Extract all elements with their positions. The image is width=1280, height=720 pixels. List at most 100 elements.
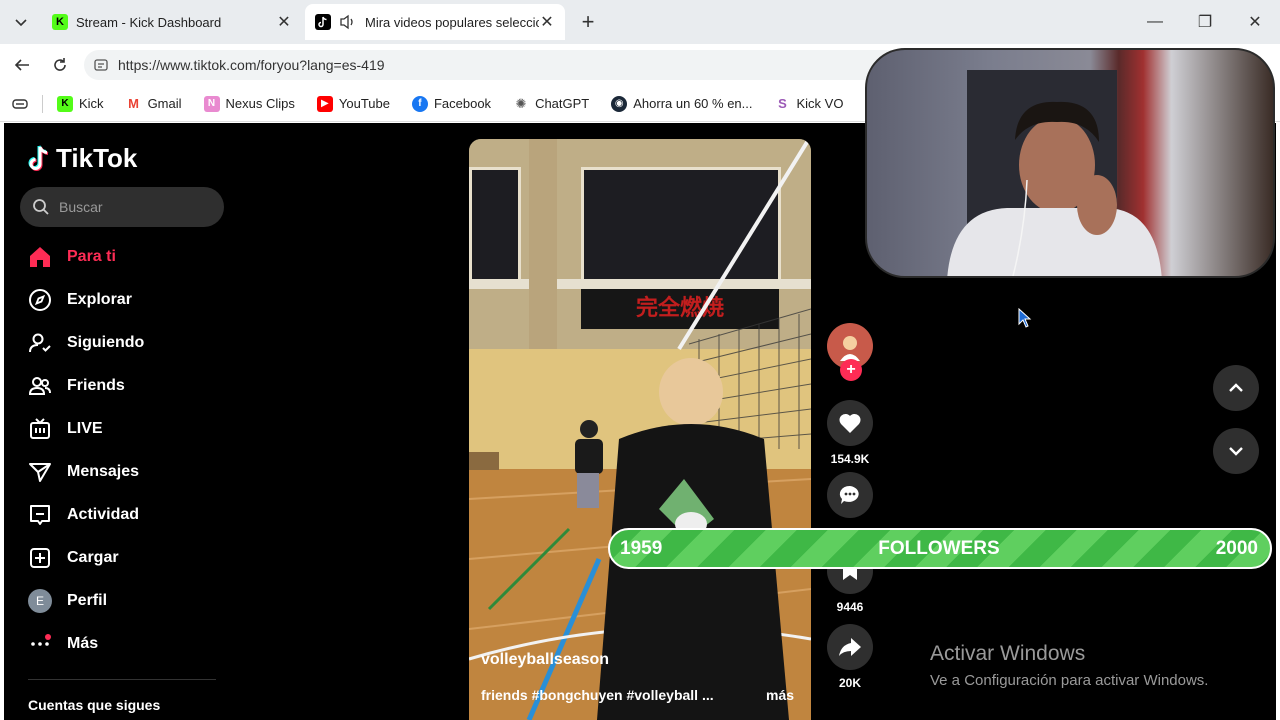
follower-goal: 2000 (1215, 537, 1258, 559)
window-close-button[interactable]: ✕ (1235, 8, 1275, 36)
bookmark-kick-vo[interactable]: S Kick VO (774, 95, 844, 112)
streamer-image (947, 70, 1162, 276)
next-video-button[interactable] (1213, 428, 1259, 474)
search-icon (33, 199, 49, 215)
facebook-icon: f (411, 95, 428, 112)
browser-tab-bar: K Stream - Kick Dashboard ✕ Mira videos … (0, 0, 1280, 44)
video-player[interactable]: 完全燃焼 volleyballseason friends #bongchuye… (469, 139, 811, 720)
bookmark-kick[interactable]: K Kick (57, 95, 104, 112)
video-author[interactable]: volleyballseason (481, 651, 609, 669)
bookmark-label: Gmail (147, 96, 182, 111)
follow-plus-icon[interactable]: + (840, 359, 862, 381)
tiktok-icon (28, 144, 49, 171)
upload-icon (30, 547, 50, 568)
follower-goal-bar: 1959 FOLLOWERS 2000 (608, 528, 1272, 569)
follower-label: FOLLOWERS (878, 537, 1000, 559)
bookmark-label: Kick (79, 96, 104, 111)
nav-item-actividad[interactable]: Actividad (26, 493, 144, 536)
bookmark-nexus-clips[interactable]: N Nexus Clips (203, 95, 295, 112)
bookmark-chatgpt[interactable]: ✺ ChatGPT (513, 95, 590, 112)
search-input[interactable]: Buscar (20, 187, 224, 227)
nav-label: Mensajes (67, 462, 140, 480)
following-accounts-title: Cuentas que sigues (28, 697, 161, 713)
nav-label: Actividad (67, 505, 140, 523)
profile-avatar: E (28, 588, 52, 613)
tab-search-button[interactable] (6, 8, 36, 36)
address-bar[interactable]: https://www.tiktok.com/foryou?lang=es-41… (84, 50, 914, 80)
home-icon (30, 246, 50, 267)
nav-label: Más (67, 634, 99, 652)
nav-label: Para ti (67, 247, 116, 265)
reload-button[interactable] (46, 51, 74, 79)
tiktok-logo[interactable]: TikTok (28, 143, 137, 174)
close-icon[interactable]: ✕ (539, 12, 555, 32)
tab-kick-dashboard[interactable]: K Stream - Kick Dashboard ✕ (42, 4, 302, 40)
site-info-icon[interactable] (94, 58, 108, 72)
more-icon (31, 633, 51, 646)
bookmark-label: Ahorra un 60 % en... (633, 96, 753, 111)
search-placeholder: Buscar (59, 199, 103, 215)
youtube-icon: ▶ (316, 95, 333, 112)
activity-icon (30, 504, 50, 525)
follower-current: 1959 (620, 537, 663, 559)
mouse-cursor-icon (1018, 308, 1032, 328)
restore-button[interactable]: ❐ (1185, 8, 1225, 36)
url-text[interactable]: https://www.tiktok.com/foryou?lang=es-41… (118, 57, 385, 73)
share-count: 20K (838, 676, 861, 690)
heart-icon (839, 413, 861, 433)
nav-item-siguiendo[interactable]: Siguiendo (26, 321, 144, 364)
nav-label: Friends (67, 376, 125, 394)
bookmark-facebook[interactable]: f Facebook (411, 95, 492, 112)
chevron-down-icon (1229, 447, 1243, 456)
nav-item-explorar[interactable]: Explorar (26, 278, 144, 321)
friends-icon (28, 376, 51, 395)
speaker-icon[interactable] (339, 14, 357, 30)
minimize-button[interactable]: — (1135, 8, 1175, 36)
close-icon[interactable]: ✕ (276, 12, 292, 32)
bookmark-label: Nexus Clips (225, 96, 295, 111)
messages-icon (29, 462, 51, 482)
following-icon (29, 333, 51, 352)
previous-video-button[interactable] (1213, 365, 1259, 411)
nav-item-live[interactable]: LIVE (26, 407, 144, 450)
tab-tiktok[interactable]: Mira videos populares selecciona ✕ (305, 4, 565, 40)
video-description: friends #bongchuyen #volleyball ... (481, 687, 714, 703)
nav-item-perfil[interactable]: E Perfil (26, 579, 144, 622)
nav-label: Siguiendo (67, 333, 145, 351)
chevron-up-icon (1229, 383, 1243, 392)
like-button[interactable]: 154.9K (826, 400, 874, 466)
nav-label: Explorar (67, 290, 132, 308)
back-button[interactable] (8, 51, 36, 79)
nav-item-cargar[interactable]: Cargar (26, 536, 144, 579)
logo-text: TikTok (56, 143, 138, 173)
activate-windows-subtitle: Ve a Configuración para activar Windows. (930, 672, 1209, 689)
reload-icon (54, 58, 66, 71)
nav-item-mensajes[interactable]: Mensajes (26, 450, 144, 493)
nav-item-friends[interactable]: Friends (26, 364, 144, 407)
activate-windows-watermark: Activar Windows Ve a Configuración para … (930, 642, 1208, 689)
bookmark-youtube[interactable]: ▶ YouTube (316, 95, 390, 112)
nav-label: Perfil (67, 591, 108, 609)
nav-item-para-ti[interactable]: Para ti (26, 235, 144, 278)
bookmark-label: ChatGPT (535, 96, 590, 111)
comment-icon (839, 485, 859, 504)
bookmark-label: Facebook (433, 96, 492, 111)
nav-item-mas[interactable]: Más (26, 622, 144, 665)
new-tab-button[interactable]: + (574, 8, 602, 36)
tab-groups-icon[interactable] (12, 98, 28, 110)
creator-avatar[interactable]: + (826, 323, 874, 383)
bookmark-steam[interactable]: ◉ Ahorra un 60 % en... (611, 95, 753, 112)
nexus-icon: N (203, 95, 220, 112)
live-icon (30, 417, 50, 439)
compass-icon (29, 288, 51, 311)
more-button[interactable]: más (766, 687, 794, 703)
nav-label: Cargar (67, 548, 119, 566)
video-actions: + 154.9K 9446 20K (826, 323, 874, 690)
video-scene (469, 139, 811, 720)
tab-title: Stream - Kick Dashboard (76, 14, 222, 30)
bookmark-label: Kick VO (796, 96, 844, 111)
like-count: 154.9K (830, 452, 870, 466)
sidebar-nav: Para ti Explorar Siguiendo Friends LIVE … (26, 235, 144, 665)
bookmark-gmail[interactable]: M Gmail (125, 95, 182, 112)
share-button[interactable]: 20K (826, 624, 874, 690)
